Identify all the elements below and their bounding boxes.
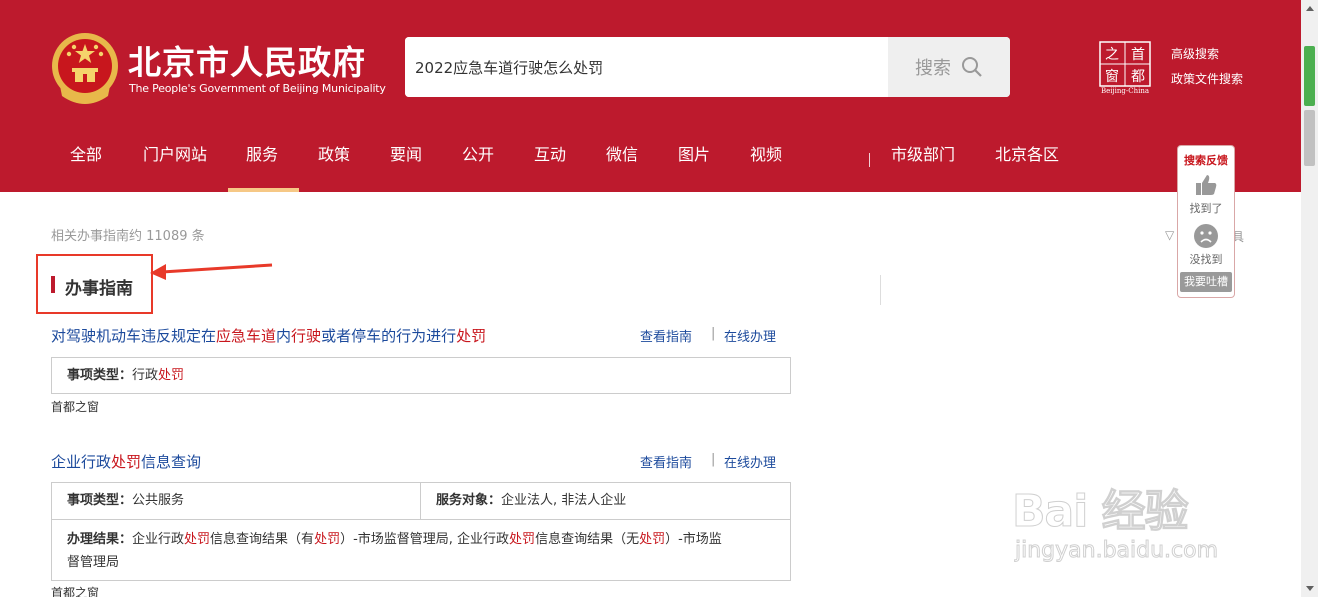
target-label: 服务对象： bbox=[436, 493, 502, 508]
capital-logo-caption: Beijing-China bbox=[1100, 87, 1150, 95]
title-text: 内 bbox=[276, 327, 292, 345]
title-highlight: 处罚 bbox=[456, 327, 487, 345]
nav-item-news[interactable]: 要闻 bbox=[390, 141, 422, 165]
title-text: 企业行政 bbox=[51, 453, 112, 471]
nav-separator bbox=[869, 153, 870, 167]
type-cell-2: 事项类型：公共服务 bbox=[52, 483, 421, 519]
search-button[interactable]: 搜索 bbox=[888, 37, 1010, 97]
result-highlight: 处罚 bbox=[509, 532, 536, 547]
type-value: 公共服务 bbox=[132, 493, 185, 508]
feedback-title: 搜索反馈 bbox=[1184, 154, 1228, 167]
result-highlight: 处罚 bbox=[314, 532, 341, 547]
view-guide-link-1[interactable]: 查看指南 bbox=[640, 326, 692, 345]
result-count: 相关办事指南约 11089 条 bbox=[51, 229, 205, 244]
column-divider bbox=[880, 275, 881, 305]
type-label: 事项类型： bbox=[67, 368, 133, 383]
result-source-1: 首都之窗 bbox=[51, 400, 100, 414]
not-found-label[interactable]: 没找到 bbox=[1178, 251, 1234, 267]
type-label: 事项类型： bbox=[67, 493, 133, 508]
annotation-arrow-icon bbox=[150, 263, 273, 280]
info-row: 办理结果：企业行政处罚信息查询结果（有处罚）-市场监督管理局, 企业行政处罚信息… bbox=[52, 520, 790, 580]
search-input[interactable] bbox=[405, 37, 888, 97]
online-handle-link-2[interactable]: 在线办理 bbox=[724, 452, 776, 471]
logo-char-4: 都 bbox=[1131, 69, 1145, 85]
nav-item-video[interactable]: 视频 bbox=[750, 141, 782, 165]
filter-icon[interactable]: ▽ bbox=[1165, 228, 1174, 242]
result-text: 信息查询结果（有 bbox=[210, 532, 315, 547]
result-highlight: 处罚 bbox=[184, 532, 211, 547]
result-info-table-2: 事项类型：公共服务 服务对象：企业法人, 非法人企业 办理结果：企业行政处罚信息… bbox=[51, 482, 791, 581]
watermark-url: jingyan.baidu.com bbox=[1014, 538, 1219, 564]
annotation-highlight-box bbox=[36, 254, 153, 314]
nav-item-all[interactable]: 全部 bbox=[70, 141, 102, 165]
nav-item-portal[interactable]: 门户网站 bbox=[143, 141, 207, 165]
national-emblem-icon bbox=[52, 33, 118, 104]
result-info-table-1: 事项类型：行政处罚 bbox=[51, 357, 791, 394]
thumbs-up-icon[interactable] bbox=[1193, 172, 1219, 198]
result-text: ）-市场监 bbox=[665, 532, 722, 547]
vertical-scrollbar[interactable] bbox=[1301, 0, 1318, 597]
scrollbar-thumb[interactable] bbox=[1304, 110, 1315, 166]
link-separator: | bbox=[711, 452, 716, 467]
scroll-down-arrow-icon[interactable] bbox=[1301, 580, 1318, 597]
page: 北京市人民政府 The People's Government of Beiji… bbox=[0, 0, 1318, 597]
main-nav: 全部 门户网站 服务 政策 要闻 公开 互动 微信 图片 视频 市级部门 北京各… bbox=[0, 141, 1301, 181]
search-feedback-widget: 搜索反馈 找到了 没找到 我要吐槽 bbox=[1177, 145, 1235, 298]
type-highlight: 处罚 bbox=[158, 368, 185, 383]
view-guide-link-2[interactable]: 查看指南 bbox=[640, 452, 692, 471]
logo-char-3: 窗 bbox=[1105, 68, 1119, 85]
online-handle-link-1[interactable]: 在线办理 bbox=[724, 326, 776, 345]
result-value: 企业行政处罚信息查询结果（有处罚）-市场监督管理局, 企业行政处罚信息查询结果（… bbox=[132, 532, 722, 547]
target-value: 企业法人, 非法人企业 bbox=[501, 493, 627, 508]
logo-char-2: 首 bbox=[1131, 47, 1145, 63]
complain-button[interactable]: 我要吐槽 bbox=[1180, 272, 1232, 292]
result-highlight: 处罚 bbox=[639, 532, 666, 547]
info-row: 事项类型：公共服务 服务对象：企业法人, 非法人企业 bbox=[52, 483, 790, 520]
nav-item-images[interactable]: 图片 bbox=[678, 141, 710, 165]
title-highlight: 行驶 bbox=[291, 327, 322, 345]
result-value-line2: 督管理局 bbox=[67, 555, 120, 570]
logo-char-1: 之 bbox=[1105, 47, 1119, 63]
type-text: 行政 bbox=[132, 368, 159, 383]
title-text: 或者停车的行为进行 bbox=[321, 327, 457, 345]
link-separator: | bbox=[711, 326, 716, 341]
result-title-2[interactable]: 企业行政处罚信息查询 bbox=[51, 451, 201, 472]
advanced-search-link[interactable]: 高级搜索 bbox=[1171, 45, 1219, 62]
nav-item-districts[interactable]: 北京各区 bbox=[995, 141, 1059, 165]
result-cell-2: 办理结果：企业行政处罚信息查询结果（有处罚）-市场监督管理局, 企业行政处罚信息… bbox=[67, 528, 782, 574]
result-label: 办理结果： bbox=[67, 532, 133, 547]
site-subtitle: The People's Government of Beijing Munic… bbox=[129, 82, 386, 95]
search-icon bbox=[962, 57, 982, 77]
target-cell-2: 服务对象：企业法人, 非法人企业 bbox=[421, 483, 626, 519]
nav-active-indicator bbox=[228, 188, 299, 192]
nav-item-interact[interactable]: 互动 bbox=[534, 141, 566, 165]
type-cell-1: 事项类型：行政处罚 bbox=[52, 358, 184, 394]
nav-item-wechat[interactable]: 微信 bbox=[606, 141, 638, 165]
type-value: 行政处罚 bbox=[132, 368, 184, 383]
watermark-logo: Bai 经验 bbox=[1012, 486, 1190, 538]
result-source-2: 首都之窗 bbox=[51, 586, 100, 597]
nav-item-public[interactable]: 公开 bbox=[462, 141, 494, 165]
title-highlight: 应急车道 bbox=[216, 327, 277, 345]
search-button-label: 搜索 bbox=[915, 58, 951, 79]
scroll-up-arrow-icon[interactable] bbox=[1301, 0, 1318, 17]
title-highlight: 处罚 bbox=[111, 453, 142, 471]
result-text: ）-市场监督管理局, 企业行政 bbox=[340, 532, 510, 547]
result-title-1[interactable]: 对驾驶机动车违反规定在应急车道内行驶或者停车的行为进行处罚 bbox=[51, 325, 486, 346]
policy-search-link[interactable]: 政策文件搜索 bbox=[1171, 70, 1243, 87]
result-text: 企业行政 bbox=[132, 532, 185, 547]
title-text: 信息查询 bbox=[141, 453, 202, 471]
nav-item-service[interactable]: 服务 bbox=[246, 141, 278, 165]
site-header: 北京市人民政府 The People's Government of Beiji… bbox=[0, 0, 1301, 192]
nav-item-city-depts[interactable]: 市级部门 bbox=[891, 141, 955, 165]
sad-face-icon[interactable] bbox=[1193, 223, 1219, 249]
info-row: 事项类型：行政处罚 bbox=[52, 358, 790, 393]
result-text: 信息查询结果（无 bbox=[535, 532, 640, 547]
search-box: 搜索 bbox=[405, 37, 1010, 97]
scroll-indicator bbox=[1304, 46, 1315, 106]
found-label[interactable]: 找到了 bbox=[1178, 200, 1234, 216]
nav-item-policy[interactable]: 政策 bbox=[318, 141, 350, 165]
site-title: 北京市人民政府 bbox=[128, 43, 366, 82]
title-text: 对驾驶机动车违反规定在 bbox=[51, 327, 217, 345]
